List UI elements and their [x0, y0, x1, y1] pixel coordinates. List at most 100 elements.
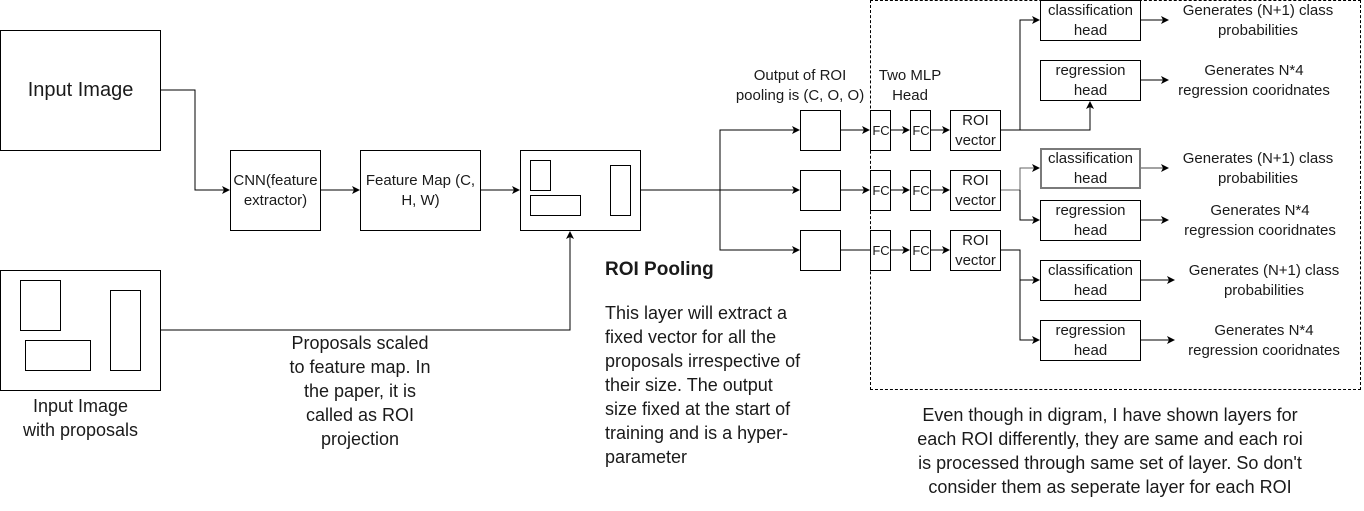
fc-label: FC [912, 183, 930, 198]
label-line: probabilities [1217, 22, 1299, 39]
regression-head-box: regression head [1040, 60, 1141, 101]
reg-output-label: Generates N*4 regression cooridnates [1164, 61, 1344, 101]
projected-proposal-rect [530, 195, 581, 216]
caption-line: with proposals [22, 420, 139, 440]
head-label-line: head [1073, 221, 1108, 239]
note-line: Even though in digram, I have shown laye… [922, 405, 1298, 425]
edge-roipool-to-pool3 [719, 190, 800, 254]
description-line: parameter [605, 447, 688, 467]
label-line: regression cooridnates [1178, 82, 1330, 99]
reg-output-label: Generates N*4 regression cooridnates [1170, 201, 1350, 241]
roi-vector-box: ROI vector [950, 110, 1001, 151]
head-label-line: head [1073, 169, 1108, 187]
input-image-box: Input Image [0, 30, 161, 151]
proposal-rect [25, 340, 91, 371]
label-line: Generates N*4 [1204, 62, 1304, 79]
fc-label: FC [872, 123, 890, 138]
head-label-line: head [1073, 281, 1108, 299]
roi-pooling-description: This layer will extract a fixed vector f… [605, 301, 865, 469]
label-line: probabilities [1223, 282, 1305, 299]
caption-line: Input Image [32, 396, 129, 416]
roi-vector-label-line: ROI [962, 231, 989, 249]
classification-head-box: classification head [1040, 0, 1141, 41]
fc-label: FC [872, 243, 890, 258]
head-label-line: classification [1047, 1, 1134, 19]
input-image-label: Input Image [27, 79, 134, 101]
edge-roipool-to-pool1 [719, 126, 800, 190]
head-label-line: classification [1047, 261, 1134, 279]
shared-layers-note: Even though in digram, I have shown laye… [880, 403, 1340, 499]
description-line: fixed vector for all the [605, 327, 777, 347]
label-line: Generates (N+1) class [1188, 262, 1340, 279]
head-label-line: head [1073, 21, 1108, 39]
roi-vector-label-line: vector [955, 191, 996, 209]
cnn-label-line: extractor) [243, 191, 308, 209]
fc1-layer: FC [870, 170, 891, 211]
fc-label: FC [872, 183, 890, 198]
description-line: size fixed at the start of [605, 399, 791, 419]
label-line: Head [892, 87, 928, 104]
fc-label: FC [912, 243, 930, 258]
fc2-layer: FC [910, 110, 931, 151]
head-label-line: head [1073, 341, 1108, 359]
label-line: Generates N*4 [1214, 322, 1314, 339]
classification-head-box: classification head [1040, 148, 1141, 189]
label-line: pooling is (C, O, O) [735, 87, 865, 104]
label-line: regression cooridnates [1188, 342, 1340, 359]
note-line: is processed through same set of layer. … [918, 453, 1302, 473]
note-line: called as ROI [305, 405, 415, 425]
reg-output-label: Generates N*4 regression cooridnates [1174, 321, 1354, 361]
cnn-label-line: CNN(feature [233, 171, 318, 189]
note-line: projection [320, 429, 400, 449]
label-line: Generates N*4 [1210, 202, 1310, 219]
pooled-output-box [800, 170, 841, 211]
edge-input-to-cnn [160, 89, 230, 194]
class-output-label: Generates (N+1) class probabilities [1168, 149, 1348, 189]
class-output-label: Generates (N+1) class probabilities [1174, 261, 1354, 301]
fc-label: FC [912, 123, 930, 138]
fc1-layer: FC [870, 110, 891, 151]
roi-vector-label-line: ROI [962, 171, 989, 189]
label-line: Output of ROI [753, 67, 847, 84]
head-label-line: regression [1055, 61, 1126, 79]
proposal-rect [110, 290, 141, 371]
proposal-rect [20, 280, 61, 331]
description-line: This layer will extract a [605, 303, 788, 323]
pool-output-label: Output of ROI pooling is (C, O, O) [726, 66, 874, 106]
feature-map-label-line: H, W) [401, 191, 440, 209]
label-line: Generates (N+1) class [1182, 2, 1334, 19]
mlp-head-label: Two MLP Head [870, 66, 950, 106]
head-label-line: head [1073, 81, 1108, 99]
roi-pooling-title: ROI Pooling [605, 259, 714, 280]
classification-head-box: classification head [1040, 260, 1141, 301]
note-line: the paper, it is [303, 381, 417, 401]
note-line: each ROI differently, they are same and … [917, 429, 1303, 449]
projection-note: Proposals scaled to feature map. In the … [260, 331, 460, 451]
head-label-line: regression [1055, 321, 1126, 339]
description-line: training and is a hyper- [605, 423, 789, 443]
projected-proposal-rect [610, 165, 631, 216]
description-line: their size. The output [605, 375, 773, 395]
cnn-box: CNN(feature extractor) [230, 150, 321, 231]
input-with-proposals-caption: Input Image with proposals [0, 394, 161, 442]
fc1-layer: FC [870, 230, 891, 271]
pooled-output-box [800, 230, 841, 271]
pooled-output-box [800, 110, 841, 151]
label-line: Two MLP [878, 67, 942, 84]
fc2-layer: FC [910, 170, 931, 211]
class-output-label: Generates (N+1) class probabilities [1168, 1, 1348, 41]
feature-map-label-line: Feature Map (C, [365, 171, 476, 189]
note-line: Proposals scaled [291, 333, 429, 353]
regression-head-box: regression head [1040, 200, 1141, 241]
roi-projection-box [520, 150, 641, 231]
projected-proposal-rect [530, 160, 551, 191]
roi-vector-label-line: vector [955, 251, 996, 269]
fc2-layer: FC [910, 230, 931, 271]
label-line: probabilities [1217, 170, 1299, 187]
input-with-proposals-box [0, 270, 161, 391]
edge-proposals-to-roipool [160, 231, 574, 331]
roi-vector-box: ROI vector [950, 170, 1001, 211]
head-label-line: regression [1055, 201, 1126, 219]
note-line: to feature map. In [289, 357, 431, 377]
label-line: regression cooridnates [1184, 222, 1336, 239]
